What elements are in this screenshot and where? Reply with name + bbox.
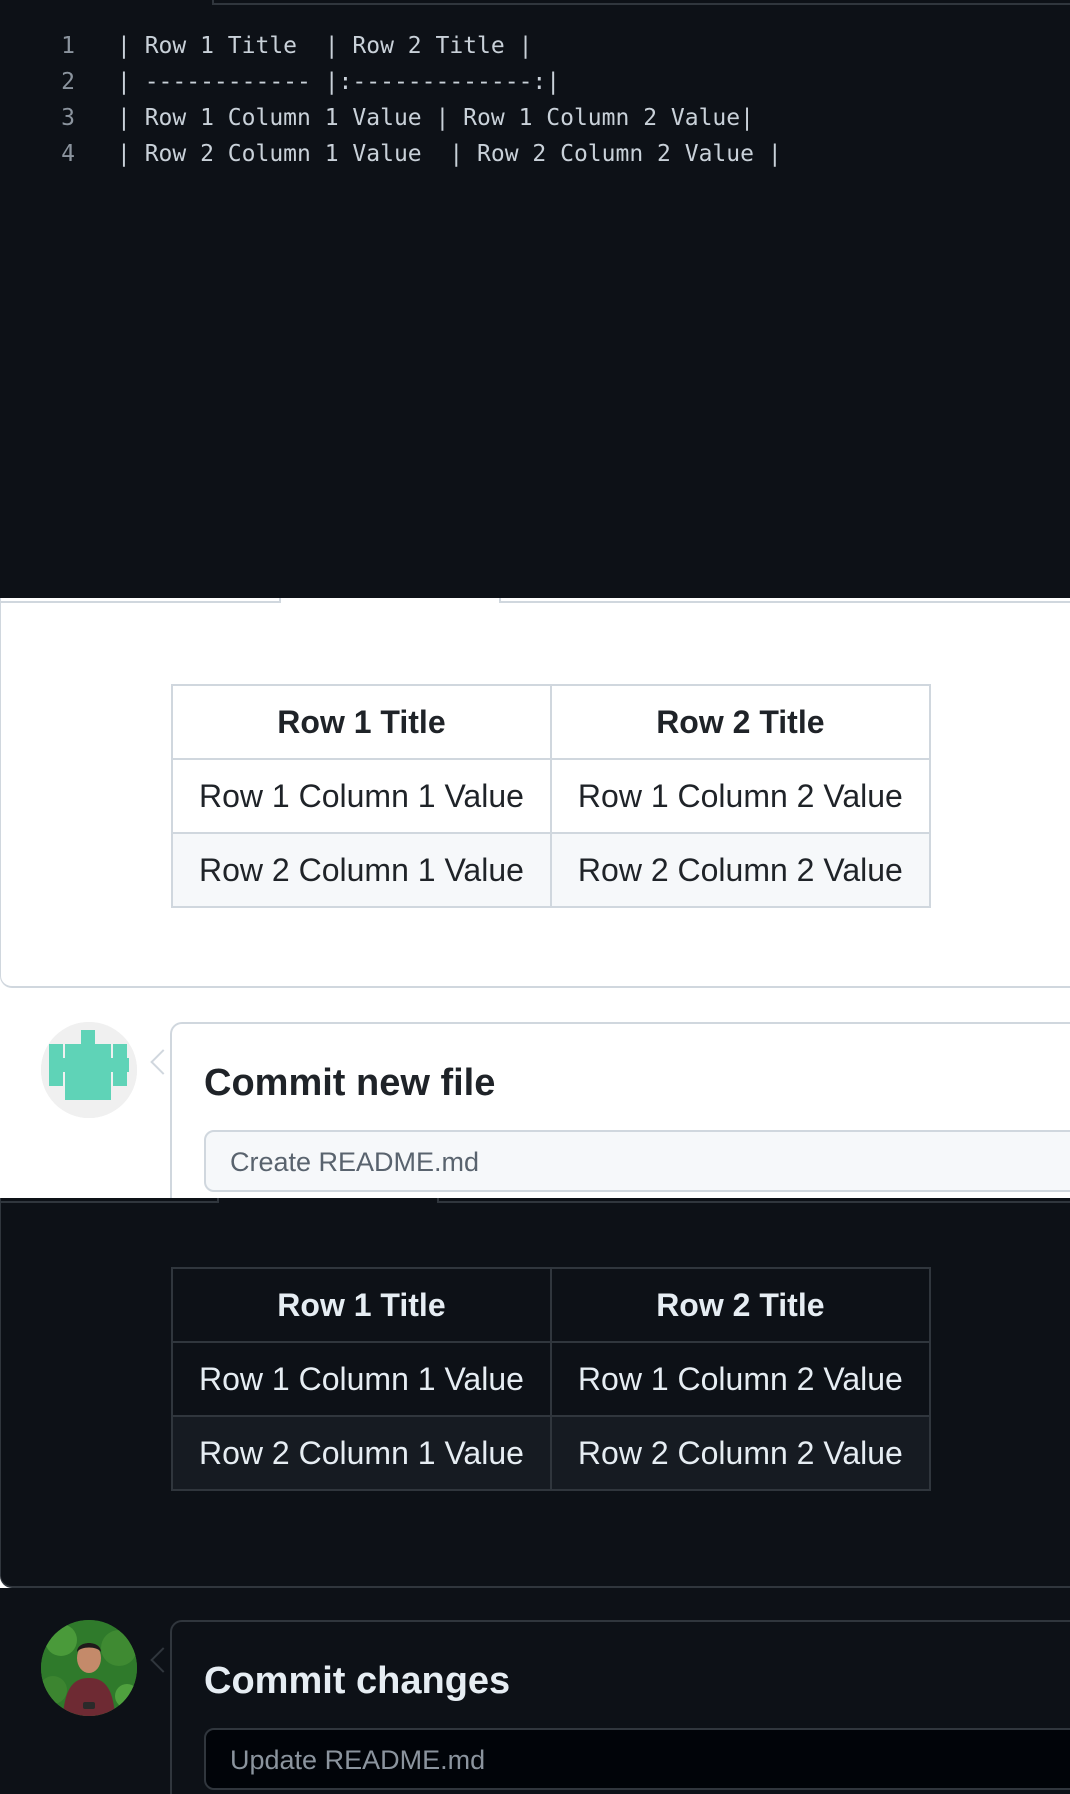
table-header-cell: Row 1 Title (171, 684, 552, 760)
table-header-row: Row 1 Title Row 2 Title (171, 1267, 931, 1343)
table-row: Row 2 Column 1 Value Row 2 Column 2 Valu… (171, 1415, 931, 1491)
line-number: 1 (61, 33, 75, 59)
table-cell: Row 2 Column 2 Value (549, 1415, 931, 1491)
tab-divider (437, 1198, 1070, 1203)
line-text[interactable]: | Row 2 Column 1 Value | Row 2 Column 2 … (117, 141, 782, 167)
table-row: Row 1 Column 1 Value Row 1 Column 2 Valu… (171, 1341, 931, 1417)
commit-message-input[interactable]: Update README.md (204, 1728, 1070, 1790)
code-line[interactable]: 1 | Row 1 Title | Row 2 Title | (0, 28, 1070, 64)
line-number: 4 (61, 141, 75, 167)
table-cell: Row 1 Column 2 Value (549, 758, 931, 834)
table-row: Row 2 Column 1 Value Row 2 Column 2 Valu… (171, 832, 931, 908)
commit-card: Commit changes Update README.md (170, 1620, 1070, 1794)
tab-divider (1, 1198, 219, 1203)
editor-top-border (212, 0, 1070, 5)
commit-card: Commit new file Create README.md (170, 1022, 1070, 1198)
tab-divider (1, 598, 281, 603)
table-cell: Row 2 Column 1 Value (171, 832, 552, 908)
code-line[interactable]: 3 | Row 1 Column 1 Value | Row 1 Column … (0, 100, 1070, 136)
line-text[interactable]: | Row 1 Column 1 Value | Row 1 Column 2 … (117, 105, 754, 131)
identicon-icon (41, 1022, 137, 1118)
table-cell: Row 1 Column 2 Value (549, 1341, 931, 1417)
table-cell: Row 1 Column 1 Value (171, 1341, 552, 1417)
avatar[interactable] (41, 1022, 137, 1118)
code-lines[interactable]: 1 | Row 1 Title | Row 2 Title | 2 | ----… (0, 28, 1070, 172)
markdown-table: Row 1 Title Row 2 Title Row 1 Column 1 V… (171, 684, 931, 908)
commit-message-input[interactable]: Create README.md (204, 1130, 1070, 1192)
commit-section: Commit changes Update README.md (0, 1588, 1070, 1794)
table-header-cell: Row 2 Title (549, 684, 931, 760)
commit-section: Commit new file Create README.md (0, 1008, 1070, 1198)
table-cell: Row 1 Column 1 Value (171, 758, 552, 834)
table-header-row: Row 1 Title Row 2 Title (171, 684, 931, 760)
line-number: 2 (61, 69, 75, 95)
table-cell: Row 2 Column 1 Value (171, 1415, 552, 1491)
line-text[interactable]: | Row 1 Title | Row 2 Title | (117, 33, 532, 59)
line-text[interactable]: | ------------ |:-------------:| (117, 69, 560, 95)
tab-divider (499, 598, 1070, 603)
table-cell: Row 2 Column 2 Value (549, 832, 931, 908)
markdown-table: Row 1 Title Row 2 Title Row 1 Column 1 V… (171, 1267, 931, 1491)
code-line[interactable]: 4 | Row 2 Column 1 Value | Row 2 Column … (0, 136, 1070, 172)
markdown-editor[interactable]: 1 | Row 1 Title | Row 2 Title | 2 | ----… (0, 0, 1070, 598)
light-preview-panel: Row 1 Title Row 2 Title Row 1 Column 1 V… (0, 598, 1070, 988)
table-header-cell: Row 2 Title (549, 1267, 931, 1343)
code-line[interactable]: 2 | ------------ |:-------------:| (0, 64, 1070, 100)
avatar[interactable] (41, 1620, 137, 1716)
commit-title: Commit changes (204, 1660, 511, 1702)
user-photo-icon (41, 1620, 137, 1716)
table-header-cell: Row 1 Title (171, 1267, 552, 1343)
dark-preview-panel: Row 1 Title Row 2 Title Row 1 Column 1 V… (0, 1198, 1070, 1588)
table-row: Row 1 Column 1 Value Row 1 Column 2 Valu… (171, 758, 931, 834)
line-number: 3 (61, 105, 75, 131)
commit-title: Commit new file (204, 1062, 496, 1104)
